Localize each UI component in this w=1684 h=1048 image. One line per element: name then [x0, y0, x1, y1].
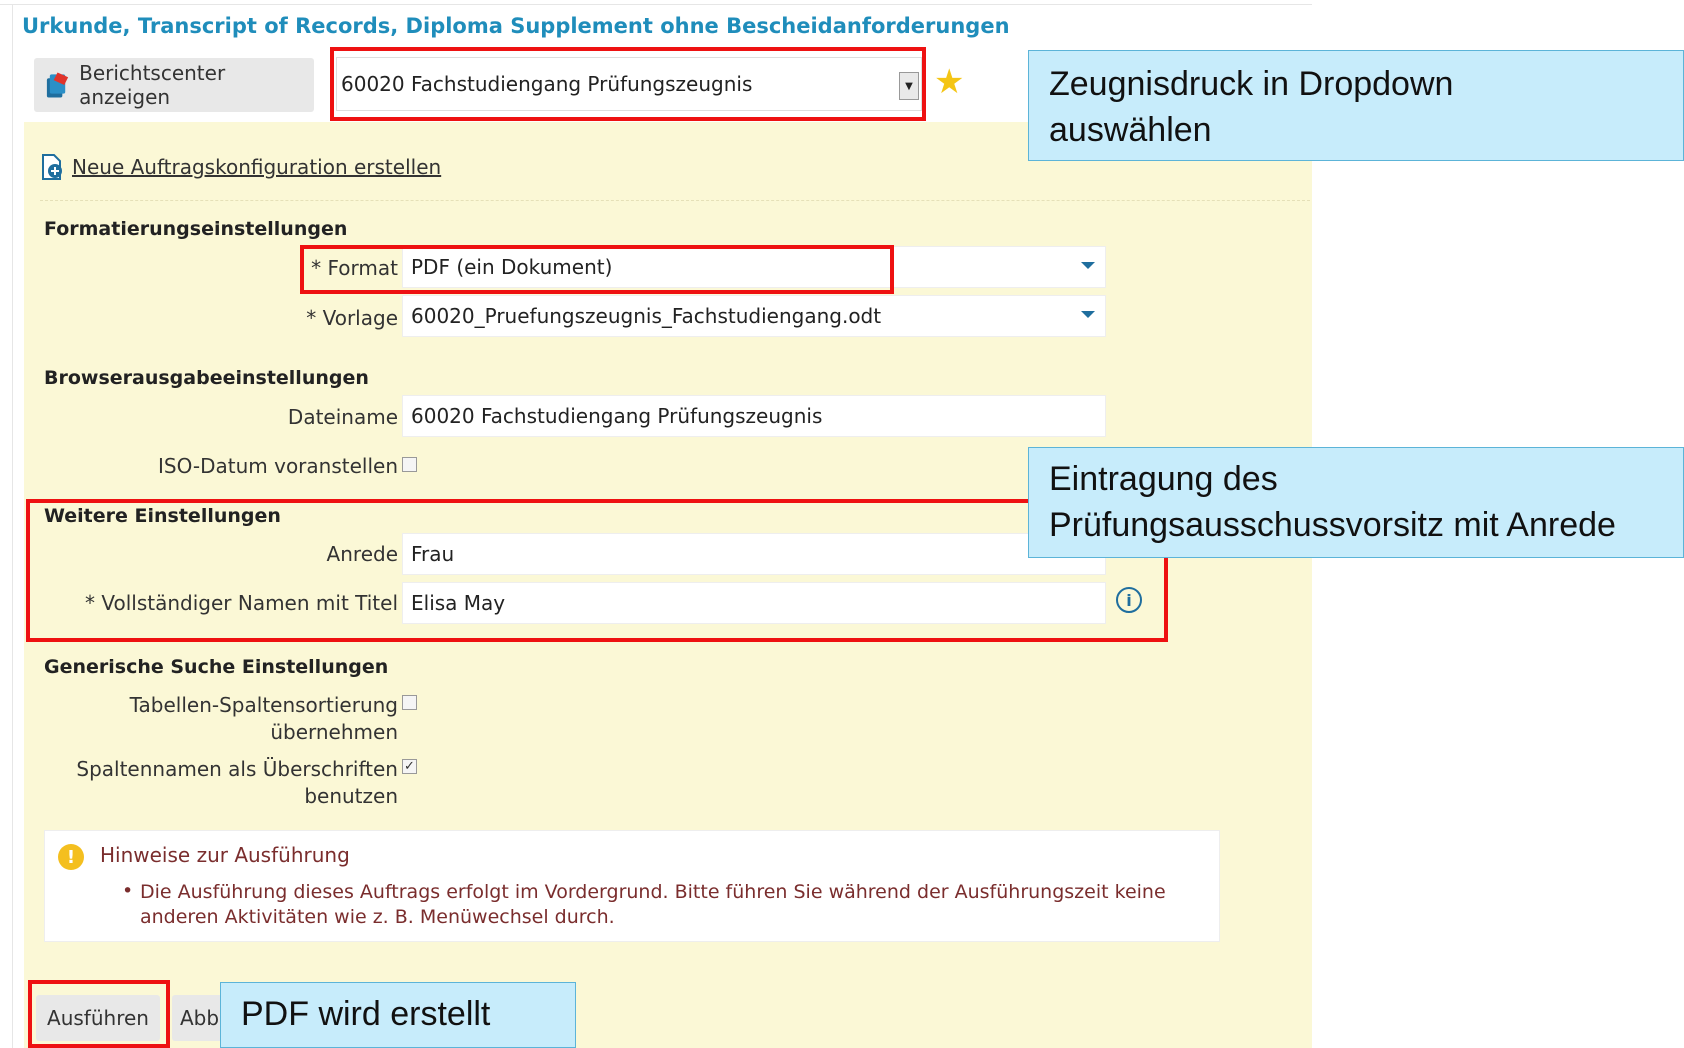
filename-input[interactable]: 60020 Fachstudiengang Prüfungszeugnis [402, 395, 1106, 437]
report-center-button[interactable]: Berichtscenter anzeigen [34, 58, 314, 112]
iso-date-checkbox[interactable] [402, 457, 417, 472]
template-select[interactable]: 60020_Pruefungszeugnis_Fachstudiengang.o… [402, 295, 1106, 337]
filename-value: 60020 Fachstudiengang Prüfungszeugnis [411, 404, 823, 428]
highlight-report-select [330, 47, 926, 121]
sort-label: Tabellen-Spaltensortierung übernehmen [80, 692, 398, 746]
hint-text: Die Ausführung dieses Auftrags erfolgt i… [140, 881, 1166, 928]
template-label: * Vorlage [306, 306, 398, 330]
highlight-further-settings [26, 499, 1168, 642]
callout-dropdown-line1: Zeugnisdruck in Dropdown [1049, 65, 1454, 103]
callout-chair-line1: Eintragung des [1049, 460, 1278, 498]
callout-chair-line2: Prüfungsausschussvorsitz mit Anrede [1049, 506, 1616, 544]
callout-dropdown-line2: auswählen [1049, 111, 1212, 149]
document-add-icon [42, 154, 62, 180]
sort-label-line1: Tabellen-Spaltensortierung [129, 693, 398, 717]
callout-chair: Eintragung des Prüfungsausschussvorsitz … [1028, 447, 1684, 558]
chevron-down-icon [1081, 262, 1095, 269]
highlight-format [300, 245, 894, 294]
iso-date-label: ISO-Datum voranstellen [157, 454, 398, 478]
report-book-icon [46, 72, 69, 98]
headers-label-line2: benutzen [304, 784, 398, 808]
headers-checkbox[interactable]: ✓ [402, 759, 417, 774]
section-title-generic: Generische Suche Einstellungen [44, 656, 389, 678]
section-title-browser: Browserausgabeeinstellungen [44, 367, 369, 389]
headers-label: Spaltennamen als Überschriften benutzen [60, 756, 398, 810]
left-divider [12, 5, 13, 1048]
new-config-label: Neue Auftragskonfiguration erstellen [72, 155, 442, 179]
page-title: Urkunde, Transcript of Records, Diploma … [22, 14, 1010, 38]
section-divider [40, 200, 1310, 201]
headers-label-line1: Spaltennamen als Überschriften [76, 757, 398, 781]
warning-info-icon: ! [58, 844, 84, 870]
sort-label-line2: übernehmen [270, 720, 398, 744]
filename-label: Dateiname [287, 405, 398, 429]
report-center-label: Berichtscenter anzeigen [79, 61, 226, 109]
sort-checkbox[interactable] [402, 695, 417, 710]
hint-title: Hinweise zur Ausführung [100, 843, 350, 867]
callout-dropdown: Zeugnisdruck in Dropdown auswählen [1028, 50, 1684, 161]
top-divider [0, 4, 1312, 5]
hint-bullet: • [122, 880, 134, 902]
callout-pdf: PDF wird erstellt [220, 982, 576, 1048]
star-icon[interactable]: ★ [934, 62, 964, 102]
template-value: 60020_Pruefungszeugnis_Fachstudiengang.o… [411, 304, 882, 328]
chevron-down-icon [1081, 311, 1095, 318]
section-title-format: Formatierungseinstellungen [44, 218, 348, 240]
highlight-execute [28, 980, 170, 1048]
new-config-link[interactable]: Neue Auftragskonfiguration erstellen [40, 154, 441, 180]
